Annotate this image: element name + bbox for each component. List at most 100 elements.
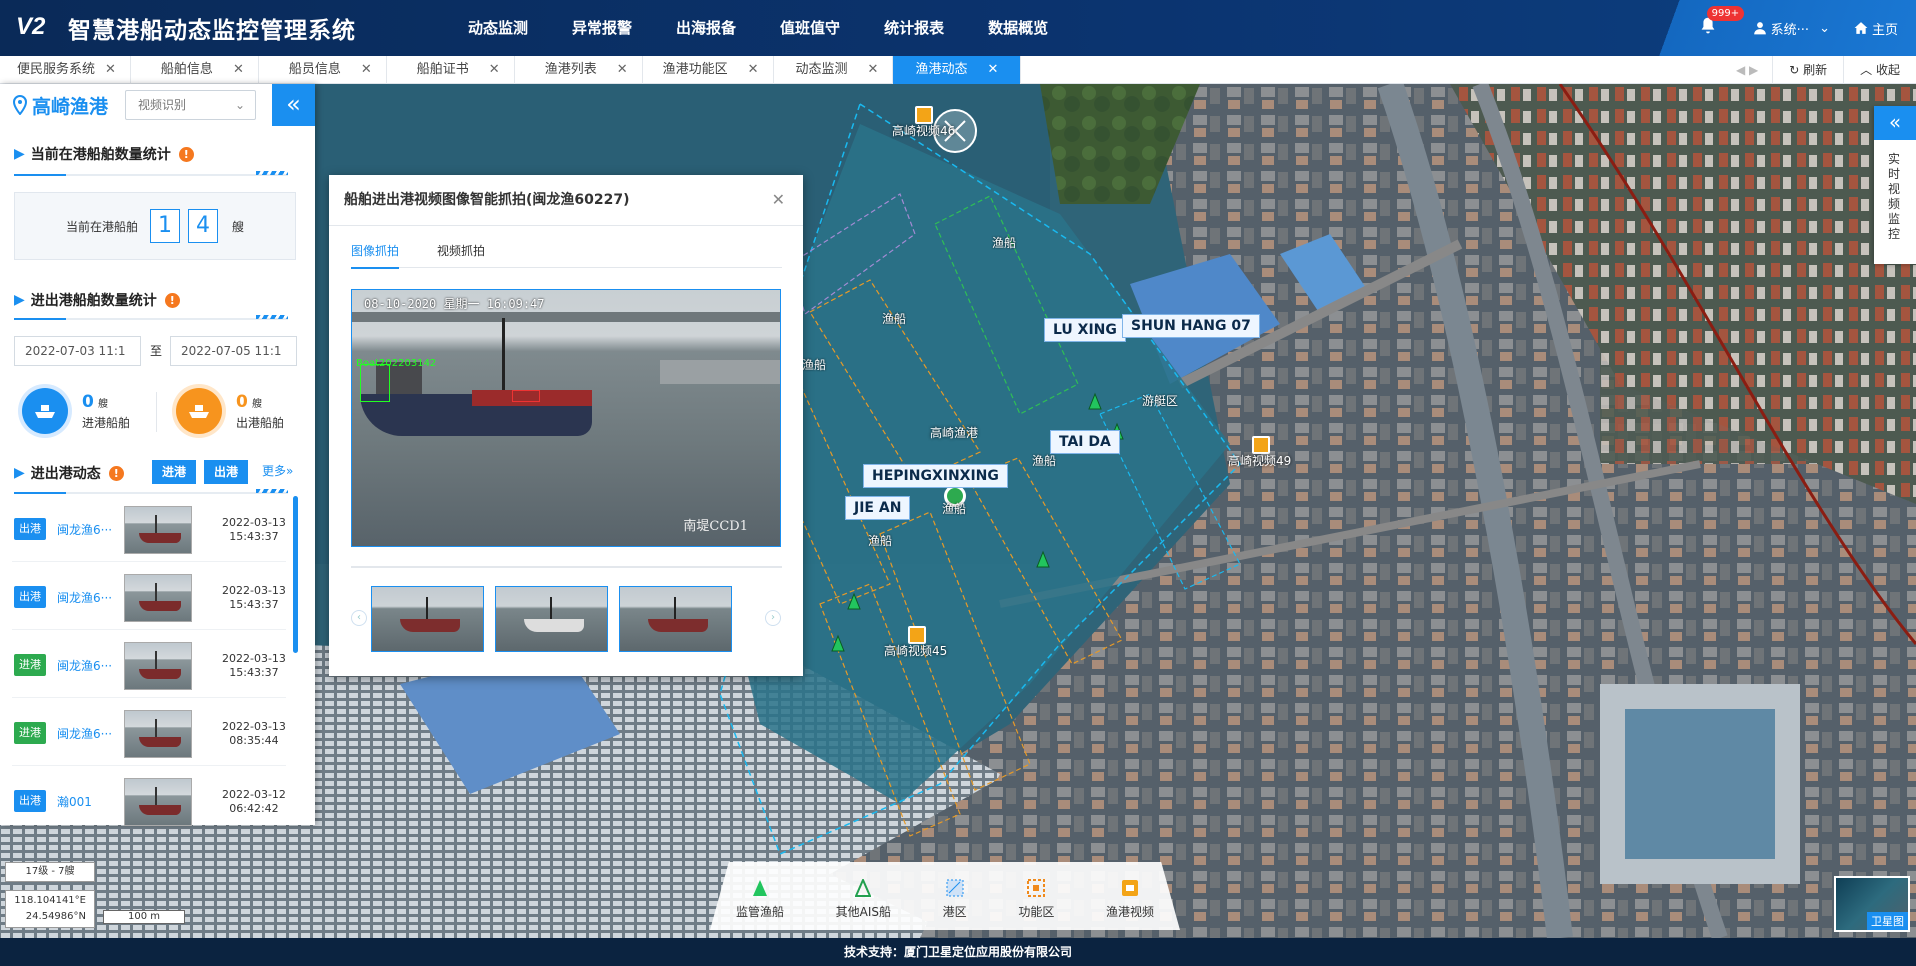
chevron-down-icon: ⌄ bbox=[1819, 20, 1830, 36]
legend-port-video[interactable]: 渔港视频 bbox=[1106, 877, 1154, 920]
tab-ship-info[interactable]: 船舶信息 ✕ bbox=[131, 56, 259, 84]
double-chevron-left-icon[interactable]: « bbox=[1874, 106, 1916, 140]
tab-ship-cert[interactable]: 船舶证书 ✕ bbox=[387, 56, 515, 84]
collapse-panel-button[interactable]: « bbox=[272, 84, 315, 126]
dynamic-list: 出港 闽龙渔6··· 2022-03-13 15:43:37 出港 闽龙渔6···… bbox=[12, 494, 286, 834]
snapshot-thumbnail[interactable] bbox=[124, 642, 192, 690]
vessel-name[interactable]: 闽龙渔6··· bbox=[57, 725, 112, 742]
tab-port-zones[interactable]: 渔港功能区 ✕ bbox=[643, 56, 774, 84]
nav-item-monitoring[interactable]: 动态监测 bbox=[446, 0, 550, 56]
vessel-label[interactable]: JIE AN bbox=[845, 496, 911, 520]
vessel-name[interactable]: 闽龙渔6··· bbox=[57, 657, 112, 674]
vessel-name[interactable]: 闽龙渔6··· bbox=[57, 589, 112, 606]
tab-video-capture[interactable]: 视频抓拍 bbox=[437, 242, 485, 259]
nav-item-statistics[interactable]: 统计报表 bbox=[862, 0, 966, 56]
home-link[interactable]: 主页 bbox=[1854, 19, 1898, 38]
image-timestamp: 08-10-2020 星期一 16:09:47 bbox=[364, 297, 545, 311]
chevron-left-icon[interactable]: ‹ bbox=[351, 610, 367, 626]
list-item[interactable]: 进港 闽龙渔6··· 2022-03-13 08:35:44 bbox=[12, 698, 286, 766]
section-title: 进出港船舶数量统计 bbox=[30, 293, 157, 309]
count-digit: 4 bbox=[188, 209, 218, 243]
close-icon[interactable]: ✕ bbox=[489, 56, 500, 84]
zone-label: 渔船 bbox=[1032, 454, 1057, 468]
snapshot-thumbnail[interactable] bbox=[495, 586, 608, 652]
list-item[interactable]: 出港 闽龙渔6··· 2022-03-13 15:43:37 bbox=[12, 494, 286, 562]
in-port-count: 0 bbox=[82, 391, 94, 412]
tab-port-dynamic[interactable]: 渔港动态 ✕ bbox=[893, 56, 1022, 84]
snapshot-thumbnail[interactable] bbox=[371, 586, 484, 652]
list-item[interactable]: 出港 闽龙渔6··· 2022-03-13 15:43:37 bbox=[12, 562, 286, 630]
legend-ais-vessel[interactable]: 其他AIS船 bbox=[836, 877, 891, 920]
legend-label: 监管渔船 bbox=[736, 905, 785, 919]
alarm-badge: 999+ bbox=[1706, 6, 1745, 21]
snapshot-thumbnail[interactable] bbox=[124, 778, 192, 826]
tab-image-capture[interactable]: 图像抓拍 bbox=[351, 242, 400, 269]
nav-item-report[interactable]: 出海报备 bbox=[654, 0, 758, 56]
list-item[interactable]: 出港 瀚001 2022-03-12 06:42:42 bbox=[12, 766, 286, 834]
close-icon[interactable]: ✕ bbox=[105, 56, 116, 84]
info-icon[interactable]: ! bbox=[178, 146, 194, 162]
record-date: 2022-03-13 bbox=[222, 652, 286, 665]
legend-port-area[interactable]: 港区 bbox=[943, 877, 967, 920]
info-icon[interactable]: ! bbox=[164, 292, 180, 308]
tab-service[interactable]: 便民服务系统 ✕ bbox=[0, 56, 131, 84]
close-icon[interactable]: ✕ bbox=[868, 56, 879, 84]
alarm-bell[interactable]: 999+ bbox=[1697, 6, 1745, 41]
mode-select[interactable]: 视频识别 ⌄ bbox=[125, 90, 256, 120]
more-link[interactable]: 更多» bbox=[262, 462, 293, 479]
user-menu[interactable]: 系统··· ⌄ bbox=[1753, 19, 1830, 38]
header-right: 999+ 系统··· ⌄ 主页 bbox=[1636, 0, 1916, 56]
footer: 技术支持：厦门卫星定位应用股份有限公司 bbox=[0, 938, 1916, 966]
snapshot-image[interactable]: 08-10-2020 星期一 16:09:47 Boat202203142 南堤… bbox=[351, 289, 781, 547]
vessel-label[interactable]: LU XING bbox=[1044, 318, 1126, 342]
tab-dynamic-monitor[interactable]: 动态监测 ✕ bbox=[774, 56, 894, 84]
date-from-input[interactable]: 2022-07-03 11:1 bbox=[14, 336, 141, 366]
vessel-label[interactable]: HEPINGXINXING bbox=[863, 464, 1008, 488]
nav-item-duty[interactable]: 值班值守 bbox=[758, 0, 862, 56]
record-date: 2022-03-13 bbox=[222, 516, 286, 529]
vessel-label[interactable]: TAI DA bbox=[1050, 430, 1120, 454]
snapshot-thumbnail[interactable] bbox=[124, 574, 192, 622]
list-scrollbar[interactable] bbox=[293, 496, 298, 653]
section-arrow-icon: ▶ bbox=[14, 465, 25, 481]
collapse-button[interactable]: ︿ 收起 bbox=[1843, 56, 1916, 84]
date-range-separator: 至 bbox=[150, 344, 163, 358]
tab-port-list[interactable]: 渔港列表 ✕ bbox=[515, 56, 643, 84]
close-icon[interactable]: ✕ bbox=[617, 56, 628, 84]
satellite-toggle[interactable]: 卫星图 bbox=[1834, 876, 1910, 932]
list-item[interactable]: 进港 闽龙渔6··· 2022-03-13 15:43:37 bbox=[12, 630, 286, 698]
legend-function-zone[interactable]: 功能区 bbox=[1018, 877, 1054, 920]
close-icon[interactable]: ✕ bbox=[748, 56, 759, 84]
tab-tools: ◀ ▶ ↻ 刷新 ︿ 收起 bbox=[1722, 56, 1916, 84]
video-panel-toggle[interactable]: « 实时视频监控 bbox=[1874, 106, 1916, 264]
vessel-name[interactable]: 瀚001 bbox=[57, 793, 92, 810]
close-icon[interactable]: ✕ bbox=[361, 56, 372, 84]
vessel-name[interactable]: 闽龙渔6··· bbox=[57, 521, 112, 538]
close-icon[interactable]: ✕ bbox=[772, 190, 785, 209]
camera-label: 高崎视频49 bbox=[1228, 454, 1292, 468]
tab-crew-info[interactable]: 船员信息 ✕ bbox=[259, 56, 387, 84]
close-icon[interactable]: ✕ bbox=[987, 56, 998, 84]
nav-item-overview[interactable]: 数据概览 bbox=[966, 0, 1070, 56]
close-icon[interactable]: ✕ bbox=[233, 56, 244, 84]
nav-item-alarm[interactable]: 异常报警 bbox=[550, 0, 654, 56]
snapshot-thumbnail[interactable] bbox=[124, 710, 192, 758]
refresh-button[interactable]: ↻ 刷新 bbox=[1772, 56, 1843, 84]
vessel-label[interactable]: SHUN HANG 07 bbox=[1122, 314, 1260, 338]
section-arrow-icon: ▶ bbox=[14, 146, 25, 162]
tab-scroll-arrows[interactable]: ◀ ▶ bbox=[1722, 63, 1772, 77]
user-icon bbox=[1753, 22, 1766, 35]
record-date: 2022-03-13 bbox=[222, 584, 286, 597]
snapshot-thumbnail[interactable] bbox=[619, 586, 732, 652]
ship-in-icon bbox=[22, 388, 68, 434]
filter-in-button[interactable]: 进港 bbox=[152, 460, 196, 484]
legend-supervised-vessel[interactable]: 监管渔船 bbox=[736, 877, 784, 920]
info-icon[interactable]: ! bbox=[108, 465, 124, 481]
snapshot-thumbnail[interactable] bbox=[124, 506, 192, 554]
date-to-input[interactable]: 2022-07-05 11:1 bbox=[170, 336, 297, 366]
filter-out-button[interactable]: 出港 bbox=[204, 460, 248, 484]
video-camera-icon bbox=[1119, 877, 1141, 899]
section-divider bbox=[14, 171, 288, 176]
logo: V2 bbox=[16, 13, 46, 40]
chevron-right-icon[interactable]: › bbox=[765, 610, 781, 626]
